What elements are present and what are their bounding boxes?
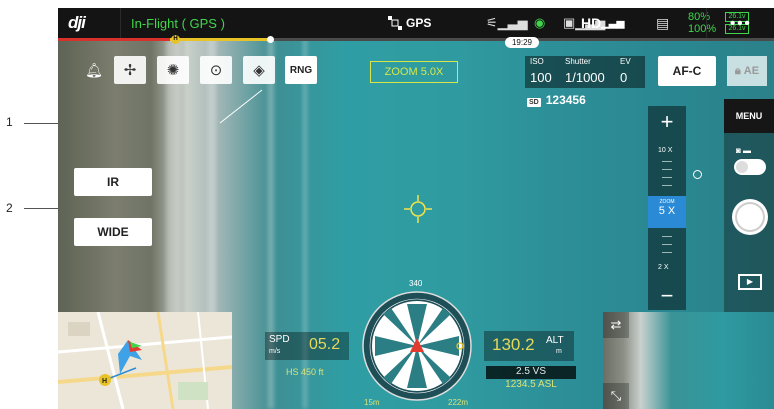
map-graphic: H (58, 312, 232, 409)
ev-value: 0 (620, 70, 628, 85)
light-bulb-icon: ✺ (166, 62, 180, 79)
aircraft-battery-percent: 80% (688, 11, 711, 23)
sd-card-icon: SD (527, 98, 541, 107)
ae-label: AE (743, 65, 760, 77)
zoom-tick (662, 177, 672, 178)
spotlight-button[interactable]: ◈ (243, 56, 275, 84)
flight-status[interactable]: In-Flight ( GPS ) (120, 8, 330, 38)
alt-unit: m (556, 348, 562, 355)
target-icon: ⊙ (209, 62, 223, 79)
spd-label: SPD (269, 334, 290, 345)
zoom-current-value: 5 X (658, 205, 676, 217)
compass-icon: ✢ (123, 62, 137, 79)
ev-label: EV (620, 57, 631, 66)
shutter-box[interactable]: Shutter 1/1000 (560, 56, 615, 88)
zoom-max-label: 10 X (658, 147, 673, 154)
gps-label: GPS (406, 16, 432, 30)
horizontal-speed: HS 450 ft (286, 367, 324, 377)
alt-label: ALT (546, 335, 564, 346)
alt-value: 130.2 (492, 335, 535, 354)
home-marker-icon: H (171, 35, 180, 44)
focus-mode-button[interactable]: AF-C (658, 56, 716, 86)
zoom-tick (662, 185, 672, 186)
shutter-value: 1/1000 (565, 70, 605, 85)
iso-label: ISO (530, 57, 544, 66)
ir-button[interactable]: IR (74, 168, 152, 196)
zoom-tick (662, 161, 672, 162)
ae-lock-button[interactable]: 🔒︎ AE (727, 56, 767, 86)
dji-logo[interactable]: dji (68, 8, 86, 38)
battery-percent[interactable]: 80% 100% (688, 11, 716, 35)
zoom-tick (662, 169, 672, 170)
lock-icon: 🔒︎ (734, 64, 741, 77)
distance-right: 222m (448, 398, 469, 407)
callout-connector-1 (219, 89, 263, 124)
vertical-speed: 2.5 VS (486, 366, 576, 379)
expand-icon[interactable]: ⤡ (603, 383, 629, 409)
sd-card-status: SD 123456 (527, 93, 586, 107)
zoom-in-button[interactable]: + (648, 110, 686, 134)
attitude-compass: 340 (362, 279, 472, 401)
shutter-label: Shutter (565, 57, 591, 66)
bell-icon[interactable]: 🔔︎ (84, 56, 104, 84)
zoom-tick (662, 252, 672, 253)
hd-label: HD (581, 15, 602, 31)
iso-box[interactable]: ISO 100 (525, 56, 560, 88)
timeline-red (58, 38, 170, 41)
timeline-position (267, 36, 274, 43)
zoom-out-button[interactable]: − (648, 284, 686, 308)
gimbal-indicator (693, 170, 702, 179)
spd-value: 05.2 (309, 336, 341, 353)
obstacle-sensing-icon[interactable]: ⚟▁▃▅ (486, 15, 528, 31)
top-status-bar: dji In-Flight ( GPS ) GPS ⚟▁▃▅ ◉ ▣▁▃▅ HD… (58, 8, 774, 38)
rng-button[interactable]: RNG (285, 56, 317, 84)
gps-status[interactable]: GPS (388, 8, 431, 38)
vision-positioning-icon[interactable]: ◉ (534, 15, 545, 31)
spd-unit: m/s (269, 348, 281, 355)
speed-readout: SPD m/s 05.2 (265, 332, 349, 360)
crosshair-icon[interactable] (404, 195, 432, 223)
flight-time: 19:29 (505, 37, 539, 48)
divider (706, 8, 707, 38)
diamond-icon: ◈ (253, 62, 265, 79)
sd-capacity: 123456 (545, 93, 586, 107)
video-signal[interactable]: HD ▁▃▅ (581, 8, 624, 38)
svg-text:H: H (102, 378, 107, 385)
callout-number-2: 2 (6, 201, 13, 215)
ev-box[interactable]: EV 0 (615, 56, 645, 88)
remote-battery-percent: 100% (688, 23, 717, 35)
zoom-readout: ZOOM 5.0X (370, 61, 458, 83)
light-button[interactable]: ✺ (157, 56, 189, 84)
altitude-readout: 130.2 ALT m (484, 331, 574, 361)
swap-views-icon[interactable]: ⇄ (603, 312, 629, 338)
target-button[interactable]: ⊙ (200, 56, 232, 84)
zoom-slider[interactable]: + 10 X ZOOM 5 X 2 X − (648, 106, 686, 310)
shutter-button[interactable] (732, 199, 768, 235)
playback-button[interactable]: ▶ (738, 274, 762, 290)
zoom-min-label: 2 X (658, 264, 669, 271)
photo-video-toggle[interactable] (734, 159, 766, 175)
mini-map[interactable]: H (58, 312, 232, 409)
satellite-icon (388, 16, 402, 30)
distance-left: 15m (364, 398, 380, 407)
zoom-current[interactable]: ZOOM 5 X (648, 196, 686, 228)
iso-value: 100 (530, 70, 552, 85)
menu-button[interactable]: MENU (724, 99, 774, 133)
timeline-yellow (170, 38, 270, 41)
zoom-tick (662, 244, 672, 245)
altitude-asl: 1234.5 ASL (505, 379, 557, 390)
callout-number-1: 1 (6, 115, 13, 129)
photo-video-icons: ◙ ▬ (736, 146, 752, 155)
battery-icon[interactable]: ▤ (656, 15, 669, 32)
compass-heading: 340 (409, 279, 423, 288)
secondary-camera-preview[interactable]: ⇄ ⤡ (603, 312, 774, 409)
wide-button[interactable]: WIDE (74, 218, 152, 246)
zoom-tick (662, 236, 672, 237)
battery-timeline: H (58, 35, 774, 44)
compass-calibrate-button[interactable]: ✢ (114, 56, 146, 84)
more-menu-button[interactable]: ••• (730, 15, 752, 32)
